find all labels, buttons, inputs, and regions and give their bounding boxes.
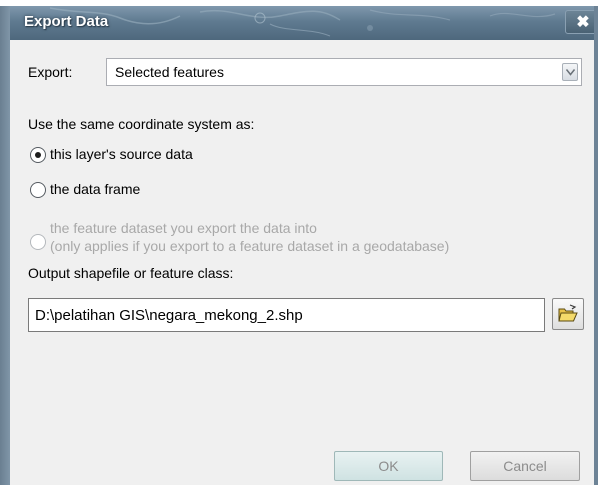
cancel-button[interactable]: Cancel <box>470 451 580 481</box>
title-bar[interactable]: Export Data ✖ <box>10 6 594 40</box>
radio-layer-source-data-label: this layer's source data <box>50 146 193 162</box>
dialog-body: Export: Selected features Use the same c… <box>10 40 594 485</box>
close-button[interactable]: ✖ <box>565 10 594 34</box>
output-label: Output shapefile or feature class: <box>28 265 234 281</box>
window-frame-left <box>0 6 10 485</box>
radio-button-disabled <box>30 234 46 250</box>
export-data-dialog: Export Data ✖ Export: Selected features … <box>0 6 598 485</box>
close-icon: ✖ <box>576 14 590 31</box>
radio-feature-dataset-label: the feature dataset you export the data … <box>50 220 317 236</box>
radio-button-checked[interactable] <box>30 147 46 163</box>
dialog-title: Export Data <box>24 13 109 30</box>
coordinate-system-label: Use the same coordinate system as: <box>28 116 255 132</box>
export-label: Export: <box>28 64 73 80</box>
chevron-down-icon[interactable] <box>562 63 578 81</box>
window-frame-right <box>594 6 598 485</box>
browse-button[interactable] <box>552 298 584 330</box>
ok-button[interactable]: OK <box>334 451 443 481</box>
export-dropdown-value: Selected features <box>115 64 224 80</box>
radio-data-frame-label: the data frame <box>50 181 141 197</box>
output-path-input[interactable] <box>28 298 545 332</box>
radio-button[interactable] <box>30 182 46 198</box>
open-folder-icon <box>558 304 578 322</box>
radio-feature-dataset-note: (only applies if you export to a feature… <box>50 238 450 254</box>
export-dropdown[interactable]: Selected features <box>106 58 582 86</box>
